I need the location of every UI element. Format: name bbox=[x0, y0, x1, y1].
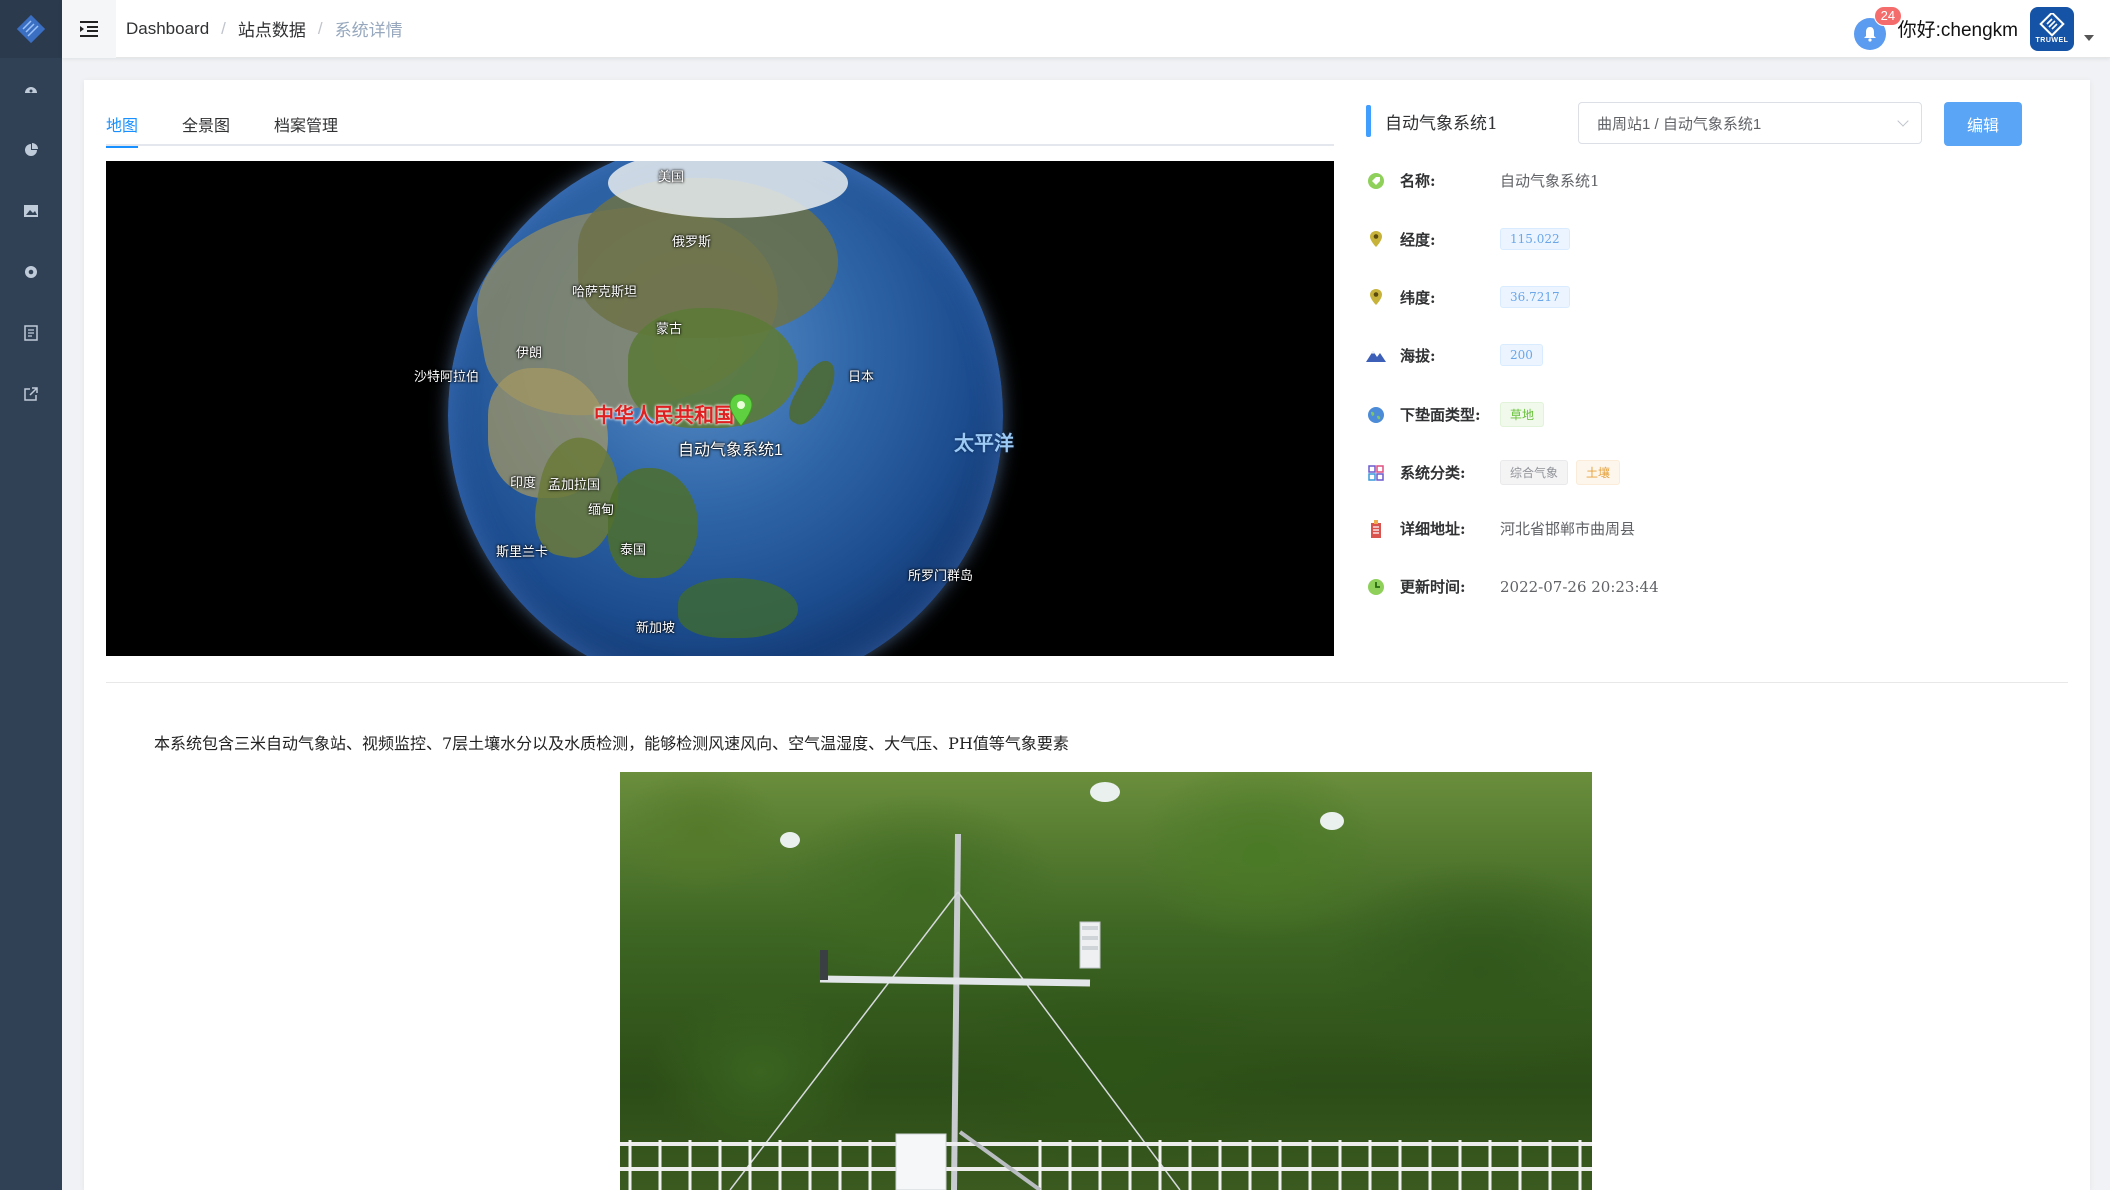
building-icon bbox=[1366, 519, 1386, 539]
logo[interactable] bbox=[0, 0, 62, 58]
edit-button[interactable]: 编辑 bbox=[1944, 102, 2022, 146]
map-label-kazakhstan: 哈萨克斯坦 bbox=[572, 284, 638, 299]
info-row-category: 系统分类: 综合气象 土壤 bbox=[1366, 460, 1628, 485]
chevron-down-icon bbox=[1897, 115, 1909, 127]
brand-logo-icon bbox=[2039, 13, 2065, 37]
menu-fold-icon bbox=[80, 20, 98, 37]
info-row-latitude: 纬度: 36.7217 bbox=[1366, 286, 1578, 308]
map-label-russia: 俄罗斯 bbox=[672, 234, 712, 249]
breadcrumb-system-detail: 系统详情 bbox=[334, 21, 403, 40]
station-photo bbox=[620, 772, 1592, 1190]
sidebar bbox=[0, 0, 62, 1190]
station-marker-icon[interactable] bbox=[728, 393, 754, 427]
category-label: 系统分类: bbox=[1400, 464, 1466, 482]
system-select-value: 曲周站1 / 自动气象系统1 bbox=[1597, 115, 1762, 133]
title-accent-bar bbox=[1366, 105, 1371, 137]
dashboard-icon bbox=[25, 86, 37, 93]
weather-station-mast-icon bbox=[620, 833, 1592, 1190]
longitude-label: 经度: bbox=[1400, 230, 1436, 249]
longitude-value: 115.022 bbox=[1500, 228, 1570, 250]
info-row-address: 详细地址: 河北省邯郸市曲周县 bbox=[1366, 518, 1635, 539]
map-label-sri-lanka: 斯里兰卡 bbox=[496, 544, 549, 559]
map-label-mongolia: 蒙古 bbox=[656, 321, 683, 336]
pie-chart-icon bbox=[25, 142, 38, 156]
info-row-surface: 下垫面类型: 草地 bbox=[1366, 402, 1552, 427]
notification-badge: 24 bbox=[1873, 5, 1903, 26]
sidebar-item-dashboard[interactable] bbox=[0, 58, 62, 119]
name-value: 自动气象系统1 bbox=[1500, 172, 1600, 190]
address-label: 详细地址: bbox=[1400, 520, 1466, 538]
map-label-myanmar: 缅甸 bbox=[588, 502, 615, 517]
globe-icon bbox=[1366, 405, 1386, 425]
breadcrumb-separator: / bbox=[221, 18, 226, 38]
breadcrumb: Dashboard / 站点数据 / 系统详情 bbox=[126, 16, 403, 41]
latitude-label: 纬度: bbox=[1400, 288, 1436, 307]
updated-time-label: 更新时间: bbox=[1400, 578, 1466, 596]
location-pin-icon bbox=[1366, 229, 1386, 249]
latitude-value: 36.7217 bbox=[1500, 286, 1570, 308]
sidebar-item-documents[interactable] bbox=[0, 302, 62, 363]
panel-title: 自动气象系统1 bbox=[1385, 113, 1498, 134]
section-divider bbox=[106, 682, 2068, 683]
user-menu-caret-icon[interactable] bbox=[2084, 34, 2094, 41]
system-select[interactable]: 曲周站1 / 自动气象系统1 bbox=[1578, 102, 1922, 144]
altitude-label: 海拔: bbox=[1400, 346, 1436, 365]
map-label-japan: 日本 bbox=[848, 369, 875, 384]
name-label: 名称: bbox=[1400, 172, 1436, 190]
surface-type-value: 草地 bbox=[1500, 402, 1545, 427]
external-link-icon bbox=[24, 386, 38, 401]
detail-tabs: 地图 全景图 档案管理 bbox=[106, 104, 1334, 148]
satellite-map[interactable]: 美国 俄罗斯 哈萨克斯坦 蒙古 伊朗 沙特阿拉伯 中华人民共和国 日本 太平洋 … bbox=[106, 161, 1334, 656]
sidebar-item-statistics[interactable] bbox=[0, 119, 62, 180]
map-label-china: 中华人民共和国 bbox=[594, 405, 734, 427]
updated-time-value: 2022-07-26 20:23:44 bbox=[1500, 577, 1659, 596]
info-row-name: 名称: 自动气象系统1 bbox=[1366, 170, 1600, 191]
breadcrumb-dashboard[interactable]: Dashboard bbox=[126, 19, 209, 39]
map-label-thailand: 泰国 bbox=[620, 542, 647, 557]
grid-category-icon bbox=[1366, 463, 1386, 483]
sidebar-item-external[interactable] bbox=[0, 363, 62, 424]
gear-icon bbox=[25, 265, 37, 278]
sidebar-toggle-button[interactable] bbox=[62, 0, 116, 58]
map-label-india: 印度 bbox=[510, 475, 537, 490]
clock-icon bbox=[1366, 577, 1386, 597]
avatar[interactable]: TRUWEL bbox=[2030, 6, 2074, 51]
tab-panorama[interactable]: 全景图 bbox=[182, 104, 230, 146]
system-detail-card: 地图 全景图 档案管理 美国 俄罗斯 哈萨克斯坦 蒙古 伊朗 沙特阿拉伯 中华人… bbox=[84, 80, 2090, 1190]
sidebar-item-settings[interactable] bbox=[0, 241, 62, 302]
system-description: 本系统包含三米自动气象站、视频监控、7层土壤水分以及水质检测，能够检测风速风向、… bbox=[154, 734, 1069, 753]
category-tag-soil: 土壤 bbox=[1576, 460, 1621, 485]
map-label-station: 自动气象系统1 bbox=[678, 442, 783, 459]
breadcrumb-station-data[interactable]: 站点数据 bbox=[238, 16, 306, 41]
top-navbar: Dashboard / 站点数据 / 系统详情 24 你好:chengkm TR… bbox=[62, 0, 2110, 58]
category-tag-weather: 综合气象 bbox=[1500, 460, 1569, 485]
address-value: 河北省邯郸市曲周县 bbox=[1500, 520, 1636, 538]
map-label-bangladesh: 孟加拉国 bbox=[548, 477, 601, 492]
notification-button[interactable]: 24 bbox=[1853, 5, 1903, 50]
surface-type-label: 下垫面类型: bbox=[1400, 406, 1481, 424]
info-row-updated: 更新时间: 2022-07-26 20:23:44 bbox=[1366, 576, 1659, 597]
location-pin-icon bbox=[1366, 287, 1386, 307]
info-row-longitude: 经度: 115.022 bbox=[1366, 228, 1578, 250]
map-label-pacific: 太平洋 bbox=[954, 433, 1014, 455]
breadcrumb-separator: / bbox=[317, 18, 323, 38]
sidebar-item-images[interactable] bbox=[0, 180, 62, 241]
map-label-saudi-arabia: 沙特阿拉伯 bbox=[414, 369, 480, 384]
mountain-icon bbox=[1366, 345, 1386, 365]
user-greeting: 你好:chengkm bbox=[1897, 20, 2018, 41]
info-row-altitude: 海拔: 200 bbox=[1366, 344, 1551, 366]
image-icon bbox=[24, 204, 38, 217]
avatar-text: TRUWEL bbox=[2035, 37, 2069, 44]
logo-icon bbox=[16, 14, 46, 44]
tab-map[interactable]: 地图 bbox=[106, 104, 139, 148]
map-label-iran: 伊朗 bbox=[516, 345, 543, 360]
map-label-singapore: 新加坡 bbox=[636, 620, 676, 635]
altitude-value: 200 bbox=[1500, 344, 1543, 366]
tag-icon bbox=[1366, 171, 1386, 191]
map-label-solomon-islands: 所罗门群岛 bbox=[908, 568, 974, 583]
document-icon bbox=[24, 324, 38, 341]
map-label-usa: 美国 bbox=[658, 169, 685, 184]
tab-archive[interactable]: 档案管理 bbox=[274, 104, 338, 146]
